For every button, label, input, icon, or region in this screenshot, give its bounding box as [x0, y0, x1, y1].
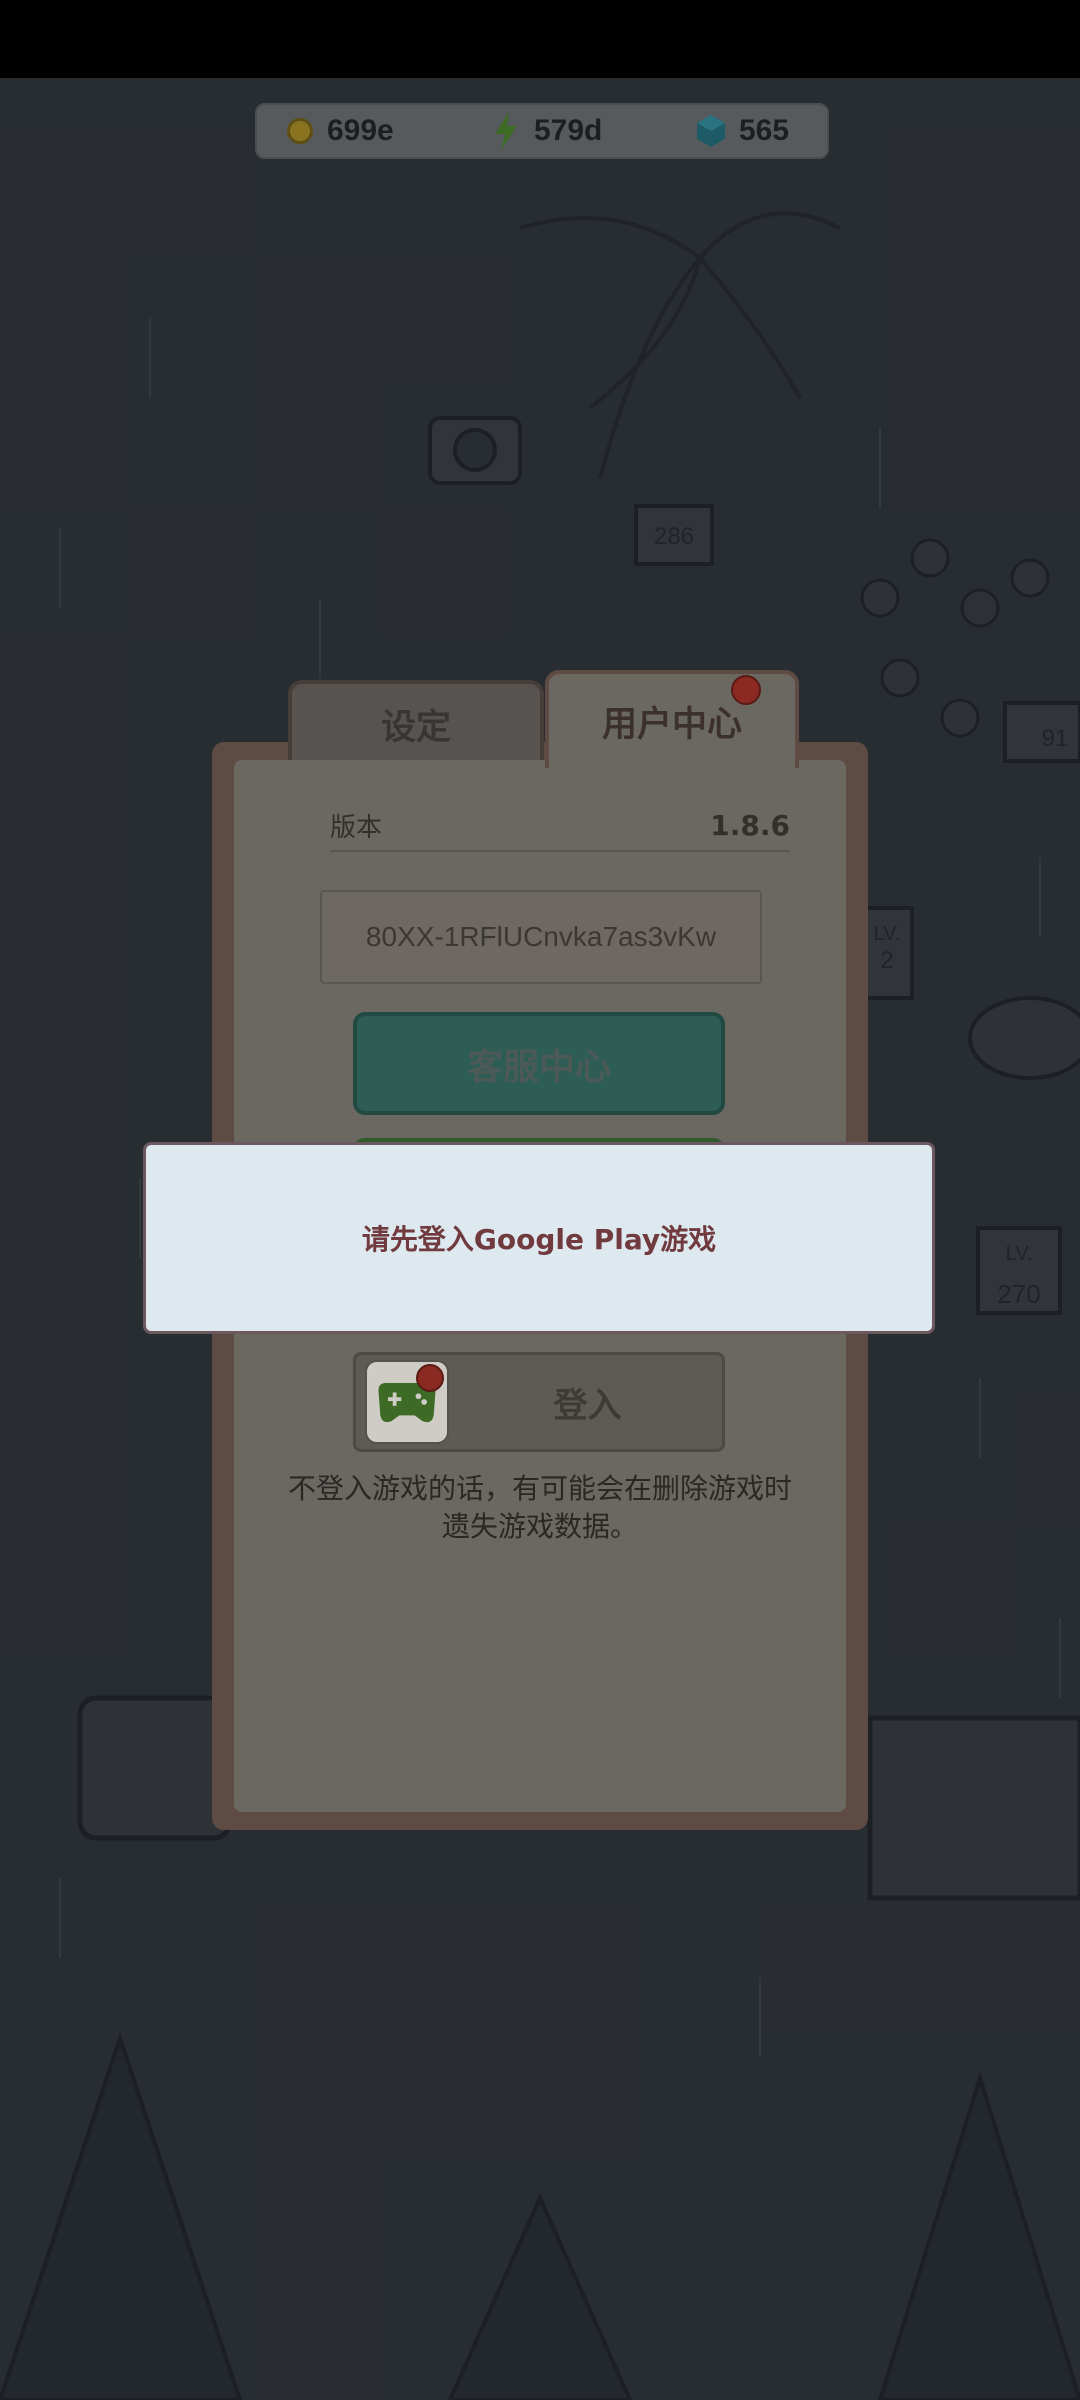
notification-dot [731, 675, 761, 705]
version-label: 版本 [330, 812, 383, 843]
coin-icon [287, 118, 313, 144]
login-warning-text: 不登入游戏的话，有可能会在删除游戏时遗失游戏数据。 [287, 1472, 792, 1543]
gem-value: 565 [739, 114, 790, 147]
lightning-icon [495, 112, 517, 150]
notification-dot [416, 1364, 444, 1392]
version-value: 1.8.6 [710, 808, 790, 842]
tab-user-center[interactable]: 用户中心 [545, 670, 799, 768]
toast-dialog[interactable]: 请先登入Google Play游戏 [143, 1142, 935, 1334]
energy-value: 579d [534, 114, 603, 147]
toast-message: 请先登入Google Play游戏 [361, 1223, 717, 1256]
user-id-field[interactable]: 80XX-1RFlUCnvka7as3vKw [320, 890, 762, 984]
customer-service-button[interactable]: 客服中心 [353, 1012, 725, 1115]
tab-settings[interactable]: 设定 [288, 680, 544, 764]
gem-counter: 565 [697, 105, 789, 157]
status-bar [0, 0, 1080, 78]
login-label: 登入 [553, 1385, 622, 1426]
cube-gem-icon [697, 115, 725, 147]
energy-counter: 579d [492, 105, 602, 157]
coin-counter: 699e [287, 105, 394, 157]
coin-value: 699e [327, 114, 394, 147]
version-row: 版本 1.8.6 [330, 800, 790, 852]
resource-bar: 699e 579d 565 [255, 103, 829, 159]
